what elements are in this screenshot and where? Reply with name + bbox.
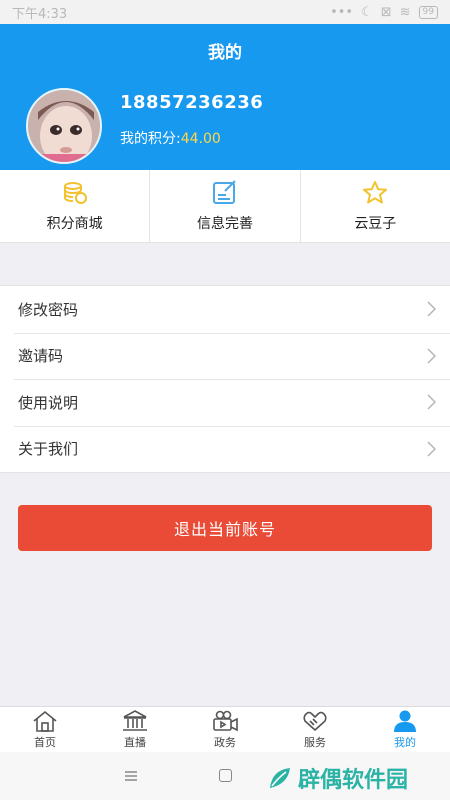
points-label: 我的积分: (120, 131, 181, 147)
menu-item-label: 邀请码 (18, 347, 64, 366)
quick-action-label: 积分商城 (46, 216, 103, 232)
tab-label: 直播 (124, 736, 146, 749)
status-icons: ••• ☾ ⊠ ≋ 99 (330, 5, 438, 20)
quick-action-points-mall[interactable]: 积分商城 (0, 170, 151, 242)
chevron-right-icon (427, 441, 436, 457)
dots-icon: ••• (330, 4, 354, 20)
menu-icon[interactable] (124, 769, 138, 783)
leaf-logo-icon (270, 768, 290, 788)
battery-icon: 99 (418, 5, 438, 19)
tab-government[interactable]: 政务 (180, 707, 270, 752)
tab-label: 我的 (394, 736, 416, 749)
page-title: 我的 (208, 43, 242, 63)
profile-header: 我的 18857236236 我的积分:44.00 (0, 24, 450, 170)
tab-mine[interactable]: 我的 (360, 707, 450, 752)
status-time: 下午4:33 (12, 6, 68, 22)
status-bar: 下午4:33 ••• ☾ ⊠ ≋ 99 (0, 0, 450, 24)
sim-icon: ⊠ (380, 4, 392, 20)
settings-menu: 修改密码 邀请码 使用说明 关于我们 (0, 285, 450, 473)
home-icon (33, 710, 57, 732)
points-value: 44.00 (180, 131, 221, 147)
quick-action-info[interactable]: 信息完善 (150, 170, 301, 242)
home-button-icon[interactable] (219, 769, 232, 782)
quick-actions: 积分商城 信息完善 云豆子 (0, 170, 450, 243)
menu-item-label: 关于我们 (18, 440, 79, 459)
coins-icon (63, 182, 87, 204)
edit-form-icon (212, 180, 236, 204)
avatar-image (28, 90, 100, 162)
video-camera-icon (213, 710, 238, 732)
building-icon (123, 710, 147, 731)
user-phone: 18857236236 (120, 92, 264, 113)
watermark: 辟偶软件园 (266, 762, 408, 794)
moon-icon: ☾ (361, 4, 373, 20)
chevron-right-icon (427, 301, 436, 317)
tab-home[interactable]: 首页 (0, 707, 90, 752)
menu-item-change-password[interactable]: 修改密码 (0, 286, 450, 333)
chevron-right-icon (427, 394, 436, 410)
logout-button[interactable]: 退出当前账号 (18, 505, 432, 551)
quick-action-cloud-beans[interactable]: 云豆子 (301, 170, 450, 242)
tab-label: 政务 (214, 736, 236, 749)
system-nav-bar: 辟偶软件园 (0, 752, 450, 800)
handshake-icon (303, 711, 327, 731)
menu-item-label: 使用说明 (18, 393, 79, 412)
menu-item-instructions[interactable]: 使用说明 (0, 379, 450, 426)
menu-item-invite-code[interactable]: 邀请码 (0, 332, 450, 380)
tab-service[interactable]: 服务 (270, 707, 360, 752)
tab-label: 首页 (34, 736, 56, 749)
person-icon (394, 710, 416, 732)
menu-item-label: 修改密码 (18, 300, 79, 319)
watermark-text: 辟偶软件园 (298, 768, 409, 793)
bottom-tab-bar: 首页 直播 政务 服务 我的 (0, 706, 450, 752)
menu-item-about-us[interactable]: 关于我们 (0, 425, 450, 473)
points-row: 我的积分:44.00 (120, 128, 221, 148)
quick-action-label: 云豆子 (354, 216, 397, 232)
avatar[interactable] (26, 88, 102, 164)
tab-live[interactable]: 直播 (90, 707, 180, 752)
tab-label: 服务 (304, 736, 326, 749)
chevron-right-icon (427, 348, 436, 364)
wifi-icon: ≋ (399, 4, 411, 20)
star-icon (363, 181, 388, 204)
quick-action-label: 信息完善 (196, 216, 253, 232)
